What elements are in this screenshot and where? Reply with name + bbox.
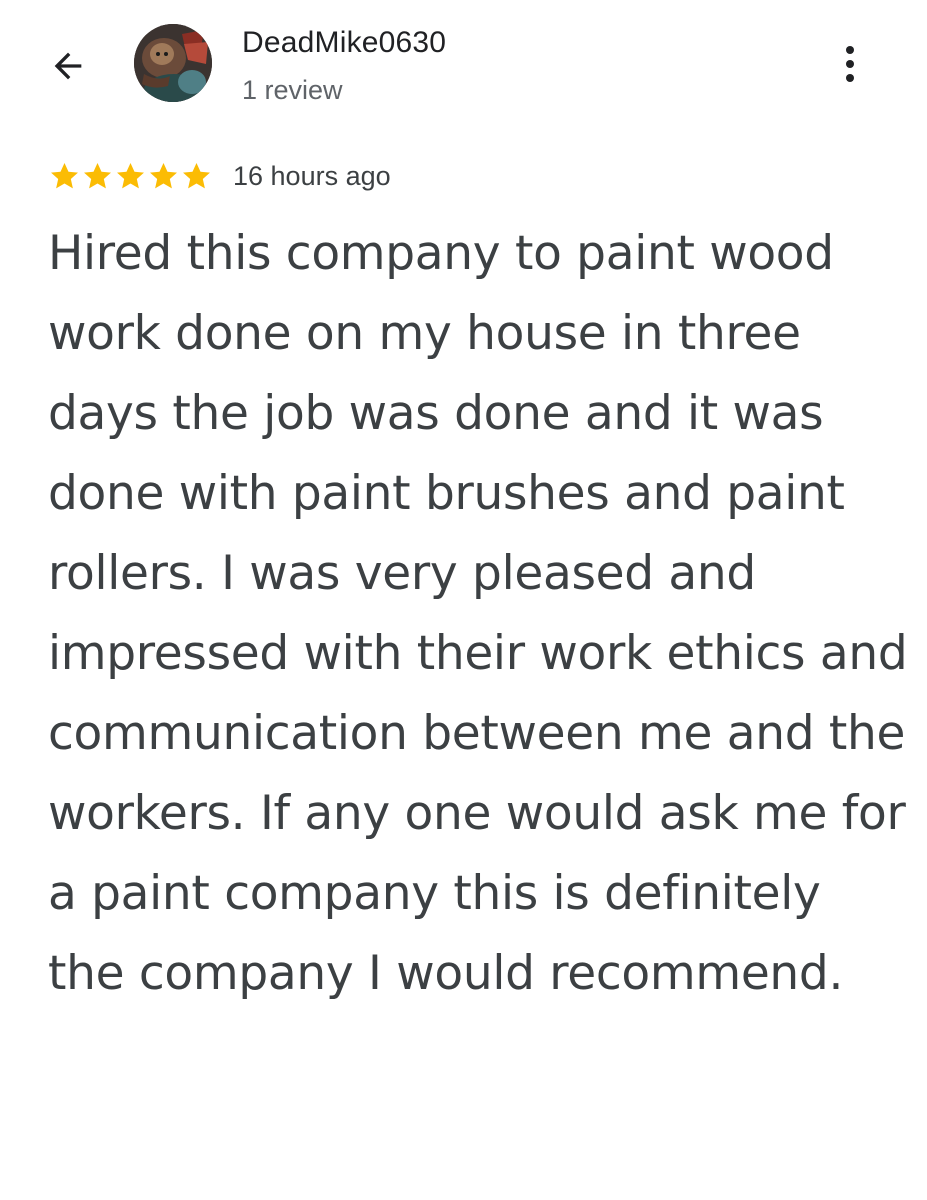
review-text: Hired this company to paint wood work do… bbox=[48, 226, 908, 1001]
star-icon bbox=[117, 162, 144, 188]
star-icon bbox=[183, 162, 210, 188]
user-avatar-image bbox=[134, 24, 212, 102]
more-vert-icon bbox=[846, 46, 854, 82]
avatar[interactable] bbox=[134, 24, 212, 102]
more-options-button[interactable] bbox=[824, 38, 876, 90]
review-count: 1 review bbox=[242, 75, 343, 105]
rating-row: 16 hours ago bbox=[48, 154, 391, 198]
arrow-left-icon bbox=[54, 52, 82, 80]
star-rating bbox=[48, 160, 213, 193]
review-time: 16 hours ago bbox=[233, 160, 391, 191]
user-name[interactable]: DeadMike0630 bbox=[242, 24, 446, 62]
star-icon bbox=[84, 162, 111, 188]
star-icon bbox=[51, 162, 78, 188]
back-button[interactable] bbox=[40, 38, 96, 94]
review-header: DeadMike0630 1 review bbox=[0, 0, 927, 140]
star-icon bbox=[150, 162, 177, 188]
